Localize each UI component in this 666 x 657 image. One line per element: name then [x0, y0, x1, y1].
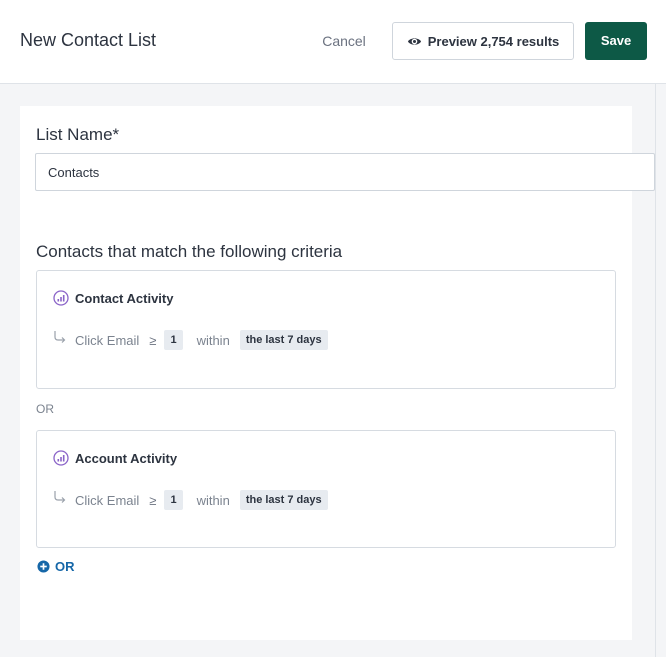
add-or-label: OR — [55, 559, 75, 574]
criteria-header: Contact Activity — [53, 290, 173, 306]
scrollbar-track[interactable] — [655, 84, 656, 657]
condition-within-label: within — [196, 332, 230, 348]
eye-icon — [407, 37, 421, 45]
activity-chart-icon — [53, 450, 69, 466]
condition-count[interactable]: 1 — [164, 330, 183, 350]
criteria-title: Account Activity — [75, 450, 178, 466]
preview-label: Preview 2,754 results — [427, 33, 560, 49]
condition-action: Click Email — [75, 492, 140, 508]
condition-period[interactable]: the last 7 days — [239, 330, 328, 350]
or-separator: OR — [36, 402, 54, 416]
criteria-condition[interactable]: Click Email ≥ 1 within the last 7 days — [53, 330, 328, 350]
criteria-heading: Contacts that match the following criter… — [36, 242, 343, 261]
top-bar: New Contact List Cancel Preview 2,754 re… — [0, 0, 666, 84]
page-title: New Contact List — [20, 30, 157, 50]
activity-chart-icon — [53, 290, 69, 306]
condition-operator: ≥ — [149, 492, 157, 508]
add-or-button[interactable]: OR — [37, 559, 75, 574]
condition-action: Click Email — [75, 332, 140, 348]
condition-count[interactable]: 1 — [164, 490, 183, 510]
save-button[interactable]: Save — [585, 22, 647, 60]
preview-button[interactable]: Preview 2,754 results — [392, 22, 574, 60]
criteria-title: Contact Activity — [75, 290, 174, 306]
list-name-label: List Name* — [36, 125, 120, 144]
cancel-button[interactable]: Cancel — [310, 22, 378, 60]
criteria-condition[interactable]: Click Email ≥ 1 within the last 7 days — [53, 490, 328, 510]
condition-period[interactable]: the last 7 days — [239, 490, 328, 510]
return-arrow-icon — [54, 491, 66, 503]
plus-circle-icon — [37, 560, 50, 573]
return-arrow-icon — [54, 331, 66, 343]
criteria-header: Account Activity — [53, 450, 177, 466]
criteria-group-account-activity[interactable]: Account Activity Click Email ≥ 1 within … — [36, 430, 616, 548]
condition-operator: ≥ — [149, 332, 157, 348]
condition-within-label: within — [196, 492, 230, 508]
criteria-group-contact-activity[interactable]: Contact Activity Click Email ≥ 1 within … — [36, 270, 616, 389]
list-name-input[interactable] — [35, 153, 655, 191]
